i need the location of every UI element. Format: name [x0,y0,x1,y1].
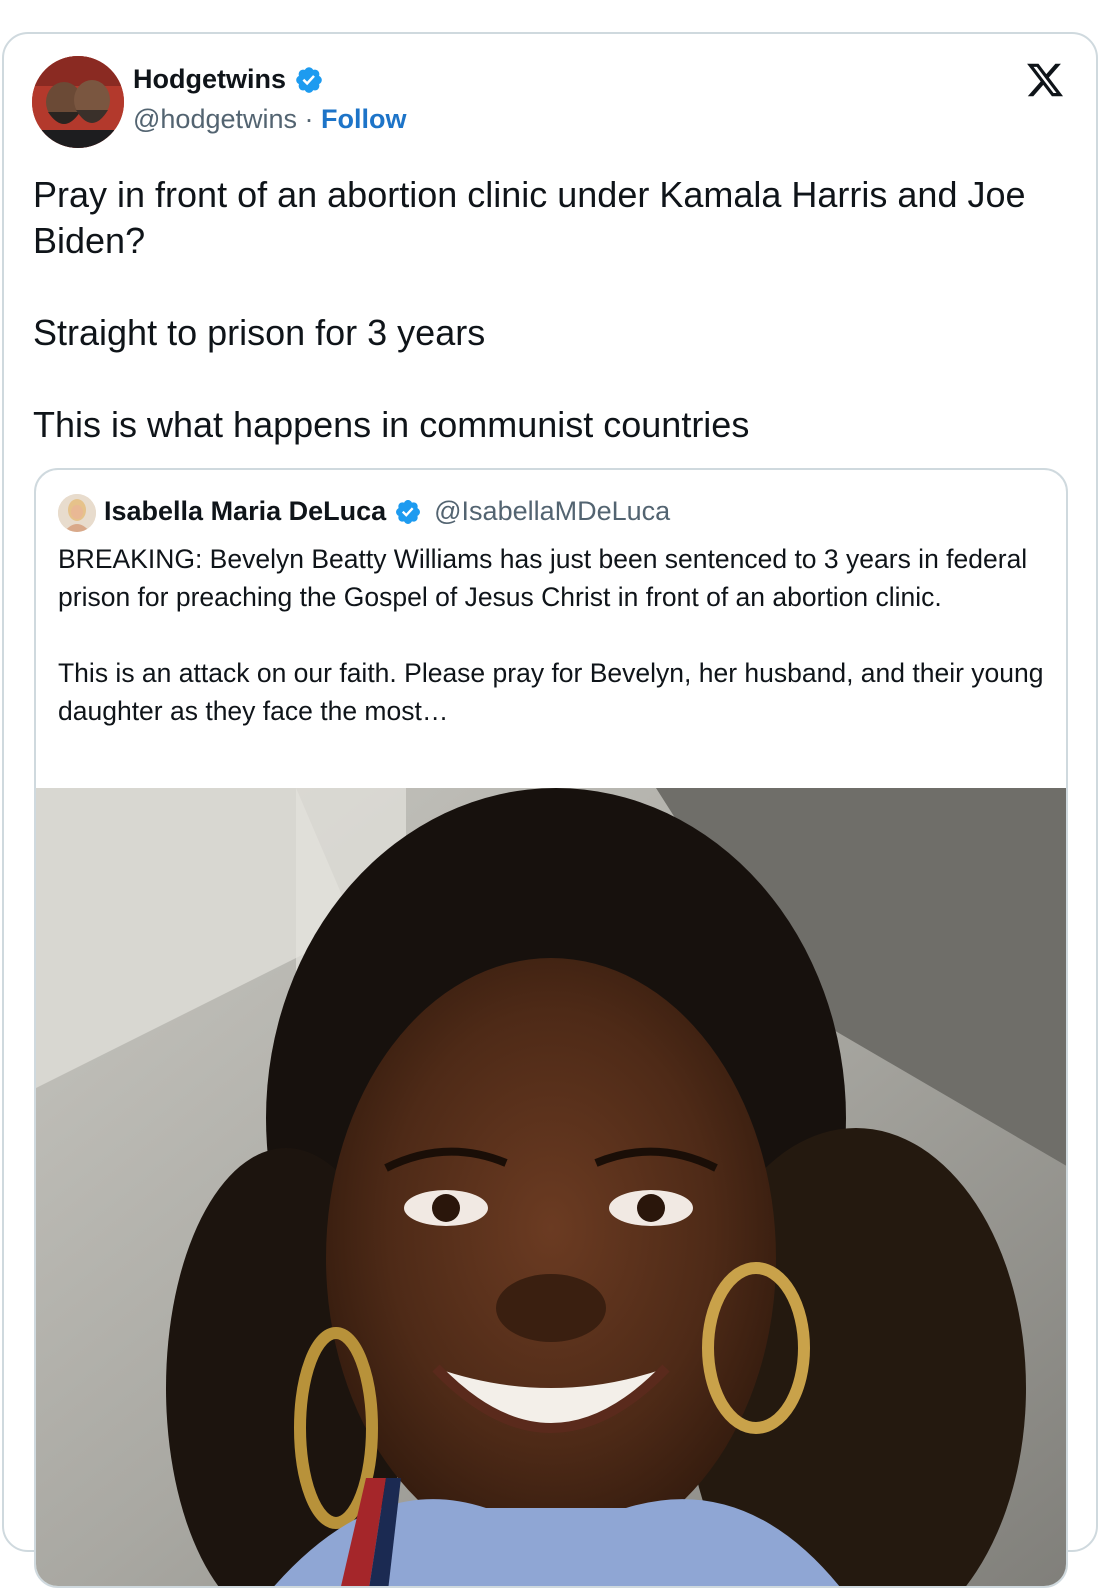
author-name-row: Hodgetwins [133,64,324,95]
quoted-photo[interactable] [36,788,1066,1586]
separator-dot: · [304,104,314,134]
tweet-paragraph: This is what happens in communist countr… [33,404,750,445]
quoted-author-handle[interactable]: @IsabellaMDeLuca [434,496,670,527]
author-avatar[interactable] [32,56,124,148]
quoted-author-name[interactable]: Isabella Maria DeLuca [104,496,386,527]
author-handle-row: @hodgetwins · Follow [133,104,407,135]
author-name[interactable]: Hodgetwins [133,64,286,95]
quoted-tweet[interactable]: Isabella Maria DeLuca @IsabellaMDeLuca B… [34,468,1068,1588]
quoted-text: BREAKING: Bevelyn Beatty Williams has ju… [58,540,1048,730]
verified-badge-icon [296,66,322,93]
portrait-image [36,788,1066,1586]
tweet-text: Pray in front of an abortion clinic unde… [33,172,1063,448]
tweet-paragraph: Pray in front of an abortion clinic unde… [33,174,1026,261]
x-logo-icon[interactable] [1024,60,1066,100]
tweet-paragraph: Straight to prison for 3 years [33,312,486,353]
quoted-paragraph: BREAKING: Bevelyn Beatty Williams has ju… [58,544,1028,612]
author-handle[interactable]: @hodgetwins [133,104,297,134]
verified-badge-icon [396,499,421,524]
follow-button[interactable]: Follow [321,104,406,134]
quoted-author-avatar[interactable] [58,494,96,532]
quoted-header: Isabella Maria DeLuca @IsabellaMDeLuca [104,496,670,527]
quoted-paragraph: This is an attack on our faith. Please p… [58,658,1044,726]
